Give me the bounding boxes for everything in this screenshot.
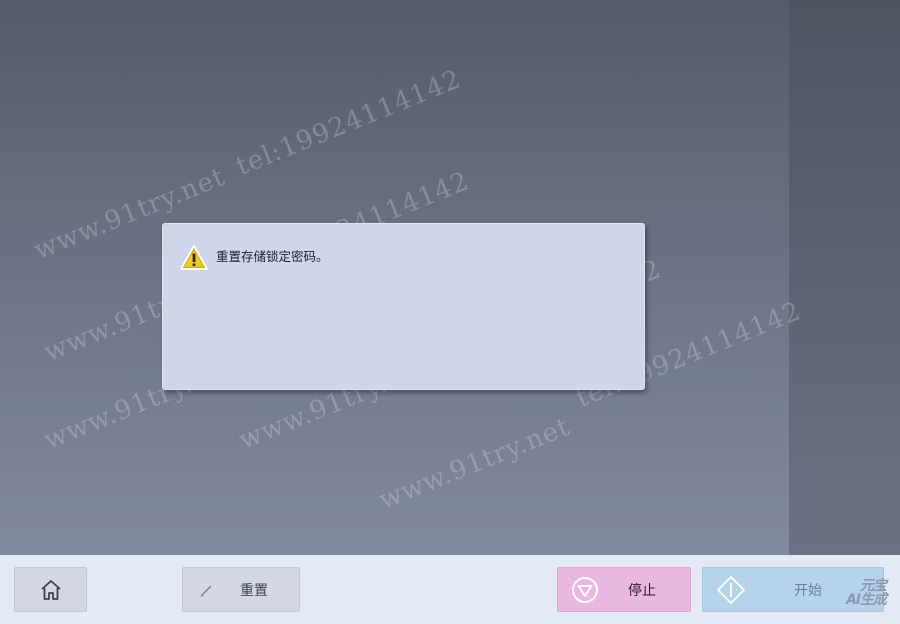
pencil-icon <box>200 585 212 598</box>
right-side-panel <box>789 0 900 555</box>
start-icon <box>717 576 745 604</box>
warning-dialog: 重置存储锁定密码。 <box>162 223 645 390</box>
home-icon <box>40 579 61 600</box>
warning-icon <box>179 244 209 272</box>
brand-logo: 元宝 AI生成 <box>836 575 887 609</box>
stop-icon <box>572 577 598 603</box>
dialog-message: 重置存储锁定密码。 <box>216 249 329 264</box>
brand-logo-line2: AI生成 <box>845 592 887 608</box>
reset-button[interactable]: 重置 <box>182 567 300 612</box>
stop-button[interactable]: 停止 <box>557 567 691 612</box>
reset-button-label: 重置 <box>240 583 268 599</box>
stop-button-label: 停止 <box>628 583 656 599</box>
control-footer: 重置 停止 开始 <box>0 555 900 624</box>
start-button-label: 开始 <box>794 583 822 599</box>
home-button[interactable] <box>14 567 87 612</box>
